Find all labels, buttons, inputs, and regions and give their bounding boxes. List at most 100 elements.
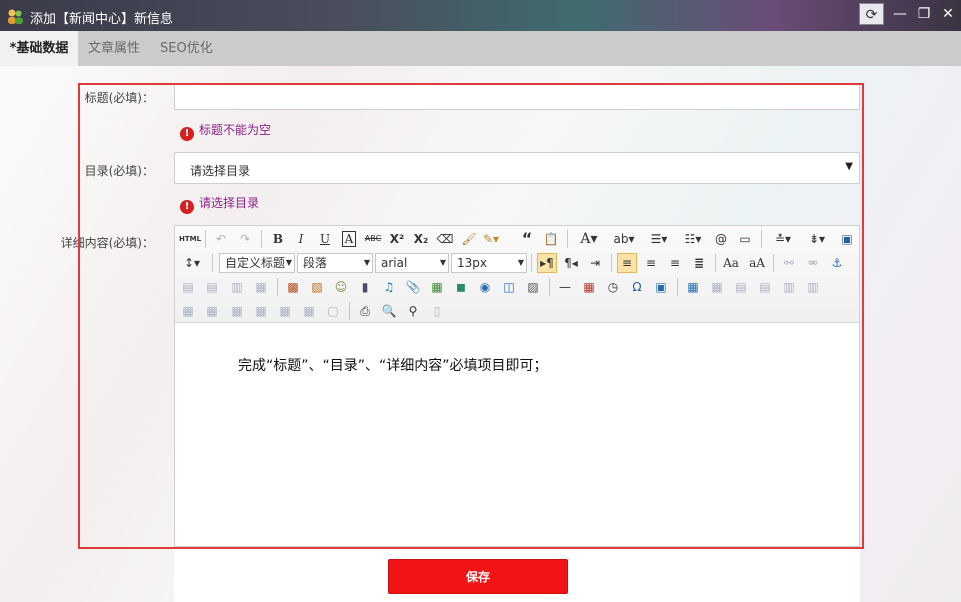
catalog-select[interactable]: 请选择目录 ▼ — [174, 152, 860, 184]
insert-frame-icon[interactable]: ◉ — [475, 277, 495, 297]
uppercase-icon[interactable]: Aa — [721, 253, 741, 273]
image-right-icon[interactable]: ▤ — [202, 277, 222, 297]
split-rows-icon[interactable]: ▦ — [275, 301, 295, 321]
form-area: 标题(必填)： ! 标题不能为空 目录(必填)： 请选择目录 ▼ ! 请选择目录 详… — [0, 66, 961, 602]
paragraph-select[interactable]: 段落 ▼ — [297, 253, 373, 273]
undo-icon[interactable]: ↶ — [211, 229, 231, 249]
image-none-icon[interactable]: ▥ — [227, 277, 247, 297]
eraser-icon[interactable]: ⌫ — [435, 229, 455, 249]
indent-icon[interactable]: ⇥ — [585, 253, 605, 273]
emotion-icon[interactable]: ☺ — [331, 277, 351, 297]
merge-down-icon[interactable]: ▦ — [227, 301, 247, 321]
minimize-button[interactable]: — — [888, 3, 912, 25]
toolbar-separator — [212, 254, 213, 272]
chevron-down-icon: ▼ — [517, 258, 524, 267]
split-cols-icon[interactable]: ▦ — [299, 301, 319, 321]
music-icon[interactable]: ♫ — [379, 277, 399, 297]
video-icon[interactable]: ▮ — [355, 277, 375, 297]
line-height-icon[interactable]: ≛▾ — [769, 229, 797, 249]
time-icon[interactable]: ◷ — [603, 277, 623, 297]
horizontal-rule-icon[interactable]: — — [555, 277, 575, 297]
align-center-icon[interactable]: ≡ — [641, 253, 661, 273]
unlink-icon[interactable]: ⚮ — [803, 253, 823, 273]
split-cells-icon[interactable]: ▦ — [251, 301, 271, 321]
toolbar-separator — [349, 302, 350, 320]
special-char-icon[interactable]: Ω — [627, 277, 647, 297]
italic-icon[interactable]: I — [291, 229, 311, 249]
ltr-direction-icon[interactable]: ▸¶ — [537, 253, 557, 273]
attachment-icon[interactable]: 📎 — [403, 277, 423, 297]
insert-image-icon[interactable]: ▩ — [283, 277, 303, 297]
page-icon[interactable]: ▭ — [735, 229, 755, 249]
gmap-icon[interactable]: ◼ — [451, 277, 471, 297]
bold-icon[interactable]: B — [268, 229, 288, 249]
delete-col-icon[interactable]: ▥ — [803, 277, 823, 297]
align-justify-icon[interactable]: ≣ — [689, 253, 709, 273]
anchor-text-icon[interactable]: @ — [711, 229, 731, 249]
redo-icon[interactable]: ↷ — [235, 229, 255, 249]
insert-table-icon[interactable]: ▦ — [683, 277, 703, 297]
align-right-icon[interactable]: ≡ — [665, 253, 685, 273]
delete-table-icon[interactable]: ▦ — [707, 277, 727, 297]
format-brush-icon[interactable]: 🖌 — [459, 229, 479, 249]
merge-right-icon[interactable]: ▦ — [202, 301, 222, 321]
underline-icon[interactable]: U — [315, 229, 335, 249]
maximize-icon: ❐ — [917, 6, 931, 22]
paragraph-spacing-icon[interactable]: ⇟▾ — [803, 229, 831, 249]
draft-icon[interactable]: ▯ — [427, 301, 447, 321]
close-button[interactable]: ✕ — [936, 3, 960, 25]
template-icon[interactable]: ▣ — [651, 277, 671, 297]
subscript-icon[interactable]: X₂ — [411, 229, 431, 249]
custom-title-select[interactable]: 自定义标题 ▼ — [219, 253, 295, 273]
multi-image-icon[interactable]: ▧ — [307, 277, 327, 297]
editor-content[interactable]: 完成“标题”、“目录”、“详细内容”必填项目即可； — [238, 355, 548, 375]
tab-seo[interactable]: SEO优化 — [160, 31, 213, 66]
delete-row-icon[interactable]: ▤ — [755, 277, 775, 297]
lowercase-icon[interactable]: aA — [747, 253, 767, 273]
align-left-icon[interactable]: ≡ — [617, 253, 637, 273]
table-props-icon[interactable]: ▢ — [323, 301, 343, 321]
font-family-select[interactable]: arial ▼ — [375, 253, 449, 273]
minimize-icon: — — [893, 6, 907, 22]
date-icon[interactable]: ▦ — [579, 277, 599, 297]
search-replace-icon[interactable]: ⚲ — [403, 301, 423, 321]
toolbar-separator — [261, 230, 262, 248]
catalog-error: ! 请选择目录 — [180, 194, 259, 214]
html-source-button[interactable]: HTML — [178, 229, 202, 249]
unordered-list-icon[interactable]: ☷▾ — [679, 229, 707, 249]
title-input[interactable] — [174, 84, 860, 110]
close-icon: ✕ — [942, 6, 954, 22]
anchor-icon[interactable]: ⚓ — [827, 253, 847, 273]
web-app-icon[interactable]: ◫ — [499, 277, 519, 297]
insert-col-icon[interactable]: ▥ — [779, 277, 799, 297]
ordered-list-icon[interactable]: ☰▾ — [645, 229, 673, 249]
title-label: 标题(必填)： — [84, 91, 154, 105]
font-border-icon[interactable]: A — [339, 229, 359, 249]
tab-basic-data[interactable]: *基础数据 — [0, 31, 78, 66]
refresh-button[interactable]: ⟳ — [859, 3, 884, 25]
auto-format-icon[interactable]: ✎▾ — [481, 229, 501, 249]
insert-row-icon[interactable]: ▤ — [731, 277, 751, 297]
font-color-icon[interactable]: A▾ — [573, 229, 605, 249]
link-icon[interactable]: ⚯ — [779, 253, 799, 273]
map-icon[interactable]: ▦ — [427, 277, 447, 297]
superscript-icon[interactable]: X² — [387, 229, 407, 249]
image-left-icon[interactable]: ▤ — [178, 277, 198, 297]
strikethrough-icon[interactable]: ABC — [363, 229, 383, 249]
row-spacing-icon[interactable]: ↕▾ — [178, 253, 206, 273]
fullscreen-icon[interactable]: ▣ — [837, 229, 857, 249]
code-icon[interactable]: ▨ — [523, 277, 543, 297]
tab-article-attributes[interactable]: 文章属性 — [88, 31, 140, 66]
merge-cells-icon[interactable]: ▦ — [178, 301, 198, 321]
font-size-select[interactable]: 13px ▼ — [451, 253, 527, 273]
print-icon[interactable]: ⎙ — [355, 301, 375, 321]
rtl-direction-icon[interactable]: ¶◂ — [561, 253, 581, 273]
preview-icon[interactable]: 🔍 — [379, 301, 399, 321]
paste-plain-icon[interactable]: 📋 — [541, 229, 561, 249]
highlight-color-icon[interactable]: ab▾ — [609, 229, 639, 249]
image-center-icon[interactable]: ▦ — [251, 277, 271, 297]
maximize-button[interactable]: ❐ — [912, 3, 936, 25]
error-icon: ! — [180, 127, 194, 141]
save-button[interactable]: 保存 — [388, 559, 568, 594]
blockquote-icon[interactable]: “ — [517, 229, 537, 249]
